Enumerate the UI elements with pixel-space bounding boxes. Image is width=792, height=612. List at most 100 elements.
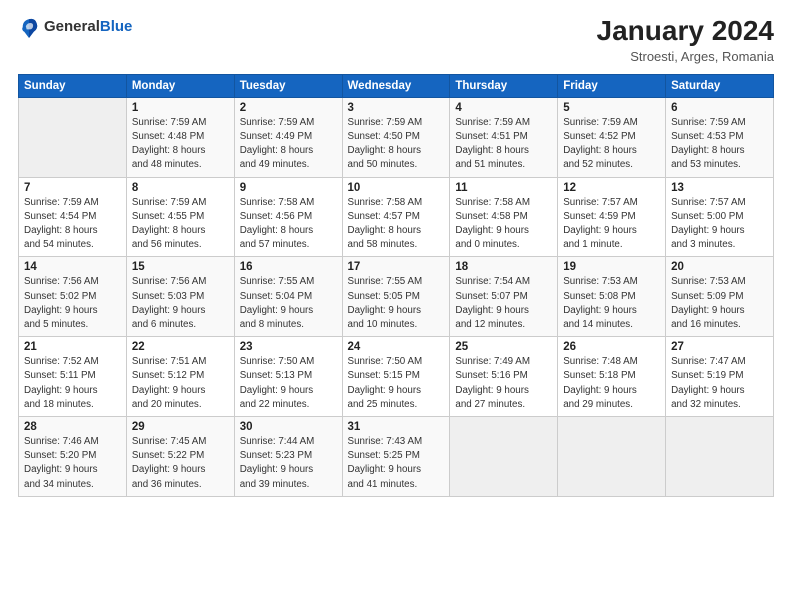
day-info: Sunrise: 7:59 AM Sunset: 4:54 PM Dayligh… — [24, 196, 121, 253]
weekday-header-row: SundayMondayTuesdayWednesdayThursdayFrid… — [19, 74, 774, 97]
day-number: 1 — [132, 102, 229, 114]
weekday-header-tuesday: Tuesday — [234, 74, 342, 97]
calendar-cell: 14 Sunrise: 7:56 AM Sunset: 5:02 PM Dayli… — [19, 257, 127, 337]
day-number: 14 — [24, 261, 121, 273]
calendar-cell: 5Sunrise: 7:59 AM Sunset: 4:52 PM Daylig… — [558, 97, 666, 177]
day-info: Sunrise: 7:58 AM Sunset: 4:56 PM Dayligh… — [240, 196, 337, 253]
calendar-cell: 15Sunrise: 7:56 AM Sunset: 5:03 PM Dayli… — [126, 257, 234, 337]
logo-icon — [18, 16, 40, 38]
day-number: 7 — [24, 182, 121, 194]
calendar-cell: 21 Sunrise: 7:52 AM Sunset: 5:11 PM Dayli… — [19, 337, 127, 417]
calendar-cell — [558, 417, 666, 497]
day-info: Sunrise: 7:49 AM Sunset: 5:16 PM Dayligh… — [455, 355, 552, 412]
day-number: 31 — [348, 421, 445, 433]
day-info: Sunrise: 7:58 AM Sunset: 4:58 PM Dayligh… — [455, 196, 552, 253]
calendar-cell: 28 Sunrise: 7:46 AM Sunset: 5:20 PM Dayli… — [19, 417, 127, 497]
day-info: Sunrise: 7:44 AM Sunset: 5:23 PM Dayligh… — [240, 435, 337, 492]
calendar-cell: 18Sunrise: 7:54 AM Sunset: 5:07 PM Dayli… — [450, 257, 558, 337]
calendar-cell: 19 Sunrise: 7:53 AM Sunset: 5:08 PM Dayli… — [558, 257, 666, 337]
day-number: 17 — [348, 261, 445, 273]
day-number: 13 — [671, 182, 768, 194]
header: General Blue January 2024 Stroesti, Arge… — [18, 16, 774, 64]
day-info: Sunrise: 7:59 AM Sunset: 4:51 PM Dayligh… — [455, 116, 552, 173]
day-info: Sunrise: 7:47 AM Sunset: 5:19 PM Dayligh… — [671, 355, 768, 412]
day-info: Sunrise: 7:55 AM Sunset: 5:05 PM Dayligh… — [348, 275, 445, 332]
day-info: Sunrise: 7:59 AM Sunset: 4:50 PM Dayligh… — [348, 116, 445, 173]
week-row-3: 14 Sunrise: 7:56 AM Sunset: 5:02 PM Dayli… — [19, 257, 774, 337]
calendar-cell: 23 Sunrise: 7:50 AM Sunset: 5:13 PM Dayli… — [234, 337, 342, 417]
calendar-cell: 9 Sunrise: 7:58 AM Sunset: 4:56 PM Daylig… — [234, 177, 342, 257]
week-row-4: 21 Sunrise: 7:52 AM Sunset: 5:11 PM Dayli… — [19, 337, 774, 417]
day-number: 9 — [240, 182, 337, 194]
day-info: Sunrise: 7:45 AM Sunset: 5:22 PM Dayligh… — [132, 435, 229, 492]
day-info: Sunrise: 7:54 AM Sunset: 5:07 PM Dayligh… — [455, 275, 552, 332]
calendar-cell: 10Sunrise: 7:58 AM Sunset: 4:57 PM Dayli… — [342, 177, 450, 257]
page-subtitle: Stroesti, Arges, Romania — [597, 49, 774, 64]
day-number: 26 — [563, 341, 660, 353]
calendar-cell: 20 Sunrise: 7:53 AM Sunset: 5:09 PM Dayli… — [666, 257, 774, 337]
day-number: 21 — [24, 341, 121, 353]
weekday-header-thursday: Thursday — [450, 74, 558, 97]
day-number: 2 — [240, 102, 337, 114]
day-info: Sunrise: 7:46 AM Sunset: 5:20 PM Dayligh… — [24, 435, 121, 492]
calendar-cell: 22Sunrise: 7:51 AM Sunset: 5:12 PM Dayli… — [126, 337, 234, 417]
day-info: Sunrise: 7:52 AM Sunset: 5:11 PM Dayligh… — [24, 355, 121, 412]
day-number: 25 — [455, 341, 552, 353]
calendar-cell — [666, 417, 774, 497]
calendar-cell: 3 Sunrise: 7:59 AM Sunset: 4:50 PM Daylig… — [342, 97, 450, 177]
calendar-table: SundayMondayTuesdayWednesdayThursdayFrid… — [18, 74, 774, 497]
calendar-body: 1Sunrise: 7:59 AM Sunset: 4:48 PM Daylig… — [19, 97, 774, 496]
calendar-cell: 17 Sunrise: 7:55 AM Sunset: 5:05 PM Dayli… — [342, 257, 450, 337]
week-row-5: 28 Sunrise: 7:46 AM Sunset: 5:20 PM Dayli… — [19, 417, 774, 497]
day-number: 27 — [671, 341, 768, 353]
calendar-cell: 2Sunrise: 7:59 AM Sunset: 4:49 PM Daylig… — [234, 97, 342, 177]
calendar-cell: 27 Sunrise: 7:47 AM Sunset: 5:19 PM Dayli… — [666, 337, 774, 417]
logo-blue: Blue — [100, 19, 133, 36]
calendar-cell: 24 Sunrise: 7:50 AM Sunset: 5:15 PM Dayli… — [342, 337, 450, 417]
weekday-header-wednesday: Wednesday — [342, 74, 450, 97]
calendar-page: General Blue January 2024 Stroesti, Arge… — [0, 0, 792, 612]
weekday-header-saturday: Saturday — [666, 74, 774, 97]
day-info: Sunrise: 7:53 AM Sunset: 5:09 PM Dayligh… — [671, 275, 768, 332]
day-number: 22 — [132, 341, 229, 353]
day-info: Sunrise: 7:57 AM Sunset: 5:00 PM Dayligh… — [671, 196, 768, 253]
weekday-header-friday: Friday — [558, 74, 666, 97]
day-info: Sunrise: 7:50 AM Sunset: 5:15 PM Dayligh… — [348, 355, 445, 412]
day-number: 6 — [671, 102, 768, 114]
day-info: Sunrise: 7:43 AM Sunset: 5:25 PM Dayligh… — [348, 435, 445, 492]
day-number: 3 — [348, 102, 445, 114]
calendar-cell: 30 Sunrise: 7:44 AM Sunset: 5:23 PM Dayli… — [234, 417, 342, 497]
calendar-cell: 25 Sunrise: 7:49 AM Sunset: 5:16 PM Dayli… — [450, 337, 558, 417]
day-info: Sunrise: 7:56 AM Sunset: 5:02 PM Dayligh… — [24, 275, 121, 332]
day-info: Sunrise: 7:50 AM Sunset: 5:13 PM Dayligh… — [240, 355, 337, 412]
calendar-cell: 31 Sunrise: 7:43 AM Sunset: 5:25 PM Dayli… — [342, 417, 450, 497]
logo-general: General — [44, 19, 100, 36]
day-number: 12 — [563, 182, 660, 194]
day-info: Sunrise: 7:56 AM Sunset: 5:03 PM Dayligh… — [132, 275, 229, 332]
week-row-1: 1Sunrise: 7:59 AM Sunset: 4:48 PM Daylig… — [19, 97, 774, 177]
day-number: 30 — [240, 421, 337, 433]
day-number: 8 — [132, 182, 229, 194]
calendar-cell: 4 Sunrise: 7:59 AM Sunset: 4:51 PM Daylig… — [450, 97, 558, 177]
day-number: 19 — [563, 261, 660, 273]
weekday-header-sunday: Sunday — [19, 74, 127, 97]
calendar-cell: 6Sunrise: 7:59 AM Sunset: 4:53 PM Daylig… — [666, 97, 774, 177]
calendar-cell: 13 Sunrise: 7:57 AM Sunset: 5:00 PM Dayli… — [666, 177, 774, 257]
day-number: 24 — [348, 341, 445, 353]
calendar-cell — [19, 97, 127, 177]
day-info: Sunrise: 7:55 AM Sunset: 5:04 PM Dayligh… — [240, 275, 337, 332]
day-number: 23 — [240, 341, 337, 353]
week-row-2: 7 Sunrise: 7:59 AM Sunset: 4:54 PM Daylig… — [19, 177, 774, 257]
logo: General Blue — [18, 16, 132, 38]
day-number: 11 — [455, 182, 552, 194]
calendar-cell: 12Sunrise: 7:57 AM Sunset: 4:59 PM Dayli… — [558, 177, 666, 257]
day-info: Sunrise: 7:53 AM Sunset: 5:08 PM Dayligh… — [563, 275, 660, 332]
day-number: 28 — [24, 421, 121, 433]
day-number: 20 — [671, 261, 768, 273]
calendar-cell: 7 Sunrise: 7:59 AM Sunset: 4:54 PM Daylig… — [19, 177, 127, 257]
day-number: 4 — [455, 102, 552, 114]
day-number: 29 — [132, 421, 229, 433]
day-info: Sunrise: 7:59 AM Sunset: 4:52 PM Dayligh… — [563, 116, 660, 173]
day-info: Sunrise: 7:58 AM Sunset: 4:57 PM Dayligh… — [348, 196, 445, 253]
weekday-header-monday: Monday — [126, 74, 234, 97]
